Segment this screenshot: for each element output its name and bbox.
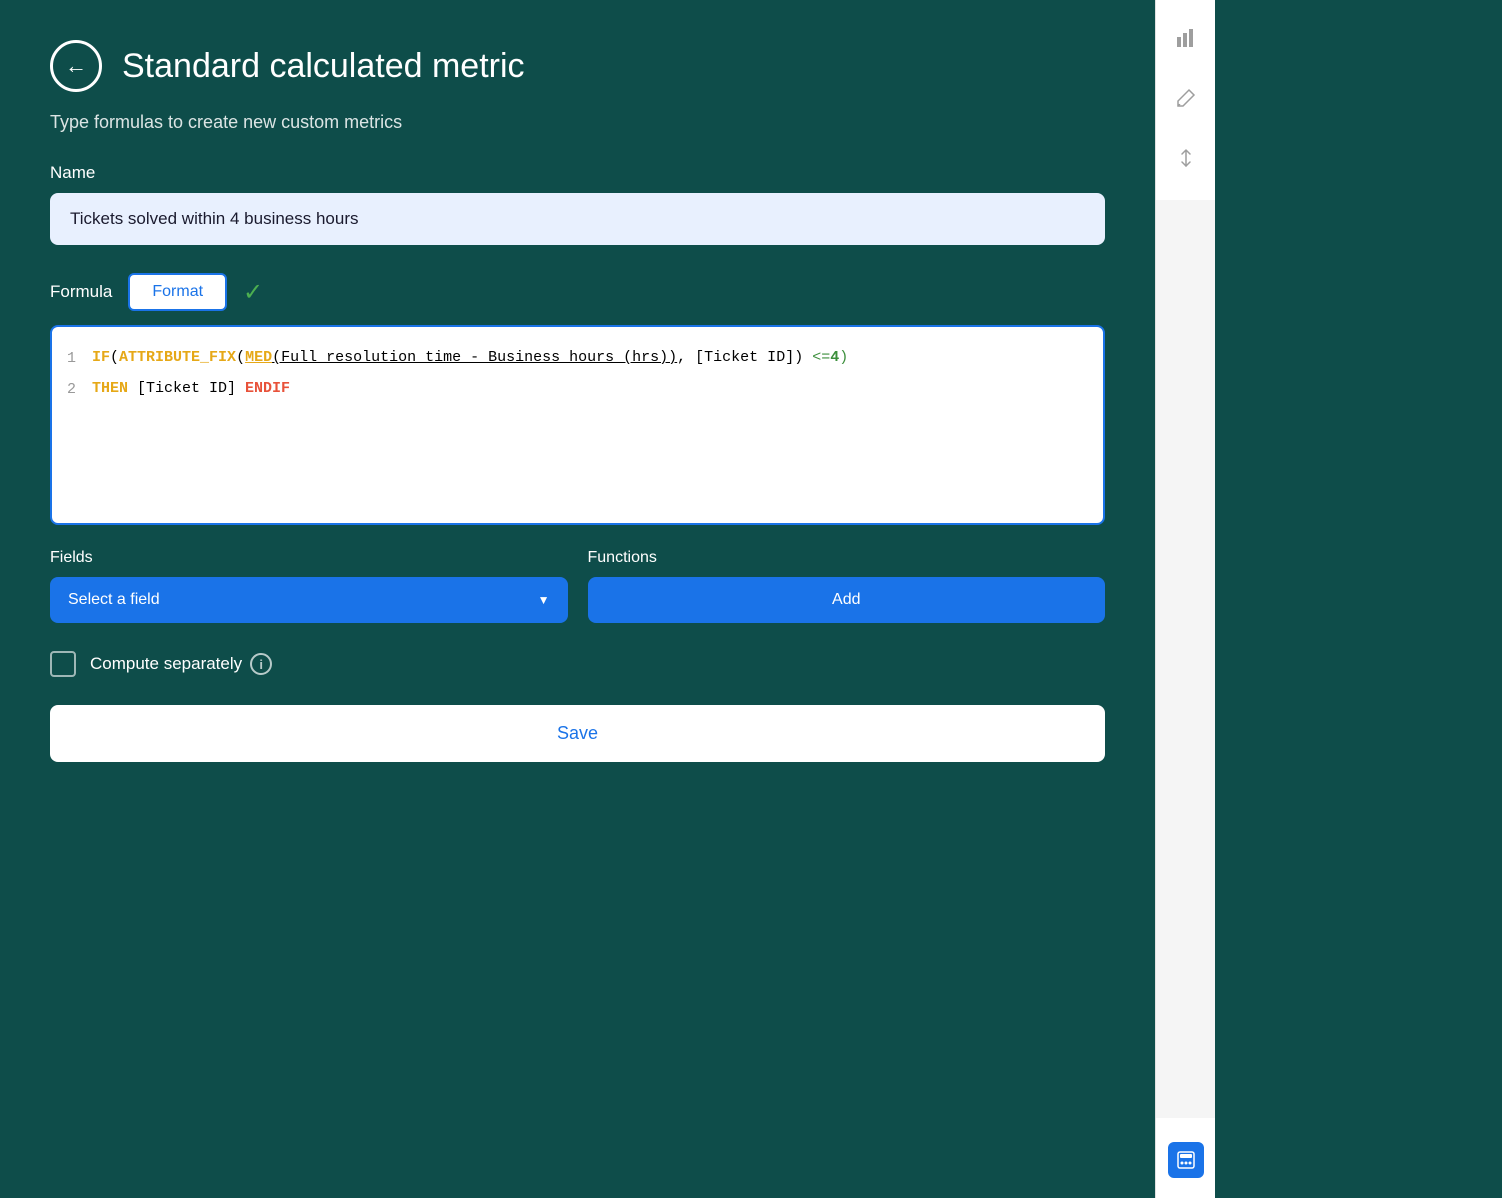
main-content: ← Standard calculated metric Type formul…: [0, 0, 1155, 1198]
right-sidebar: [1155, 0, 1215, 1198]
page-title: Standard calculated metric: [122, 47, 525, 86]
line-number-1: 1: [52, 345, 92, 372]
field-select-text: Select a field: [68, 591, 160, 609]
fields-section: Fields Select a field ▼: [50, 549, 568, 623]
open-paren2: (: [236, 349, 245, 366]
if-keyword: IF: [92, 349, 110, 366]
sidebar-divider: [1156, 200, 1215, 1118]
endif-keyword: ENDIF: [245, 380, 290, 397]
formula-editor[interactable]: 1 IF(ATTRIBUTE_FIX(MED(Full resolution t…: [50, 325, 1105, 525]
lte-operator: <=: [812, 349, 830, 366]
sidebar-brush-icon[interactable]: [1168, 80, 1204, 116]
sidebar-bar-chart-icon[interactable]: [1168, 20, 1204, 56]
comma-space: , [Ticket ID]): [677, 349, 812, 366]
compute-label: Compute separately i: [90, 653, 272, 675]
then-value: [Ticket ID]: [128, 380, 245, 397]
dropdown-arrow-icon: ▼: [538, 593, 550, 607]
attribute-fix-keyword: ATTRIBUTE_FIX: [119, 349, 236, 366]
number-4: 4: [830, 349, 839, 366]
checkmark-icon: ✓: [243, 278, 263, 307]
compute-checkbox[interactable]: [50, 651, 76, 677]
close-paren-green: ): [839, 349, 848, 366]
back-icon: ←: [65, 53, 87, 79]
back-button[interactable]: ←: [50, 40, 102, 92]
info-icon[interactable]: i: [250, 653, 272, 675]
line-content-2: THEN [Ticket ID] ENDIF: [92, 376, 1103, 402]
formula-line-2: 2 THEN [Ticket ID] ENDIF: [52, 374, 1103, 405]
formula-header: Formula Format ✓: [50, 273, 1105, 311]
formula-section: Formula Format ✓ 1 IF(ATTRIBUTE_FIX(MED(…: [50, 273, 1105, 525]
sidebar-sort-icon[interactable]: [1168, 140, 1204, 176]
functions-label: Functions: [588, 549, 1106, 567]
compute-row: Compute separately i: [50, 651, 1105, 677]
formula-line-1: 1 IF(ATTRIBUTE_FIX(MED(Full resolution t…: [52, 343, 1103, 374]
field-select-dropdown[interactable]: Select a field ▼: [50, 577, 568, 623]
then-keyword: THEN: [92, 380, 128, 397]
formula-label: Formula: [50, 282, 112, 302]
subtitle: Type formulas to create new custom metri…: [50, 112, 1105, 133]
med-args: (Full resolution time - Business hours (…: [272, 349, 677, 366]
functions-section: Functions Add: [588, 549, 1106, 623]
name-label: Name: [50, 163, 1105, 183]
name-input[interactable]: [50, 193, 1105, 245]
fields-label: Fields: [50, 549, 568, 567]
format-button[interactable]: Format: [128, 273, 227, 311]
save-button[interactable]: Save: [50, 705, 1105, 762]
header: ← Standard calculated metric: [50, 40, 1105, 92]
name-section: Name: [50, 163, 1105, 273]
fields-functions-section: Fields Select a field ▼ Functions Add: [50, 549, 1105, 623]
sidebar-calculator-icon[interactable]: [1168, 1142, 1204, 1178]
open-paren: (: [110, 349, 119, 366]
add-button[interactable]: Add: [588, 577, 1106, 623]
line-content-1: IF(ATTRIBUTE_FIX(MED(Full resolution tim…: [92, 345, 1103, 371]
compute-label-text: Compute separately: [90, 654, 242, 674]
med-function: MED: [245, 349, 272, 366]
line-number-2: 2: [52, 376, 92, 403]
